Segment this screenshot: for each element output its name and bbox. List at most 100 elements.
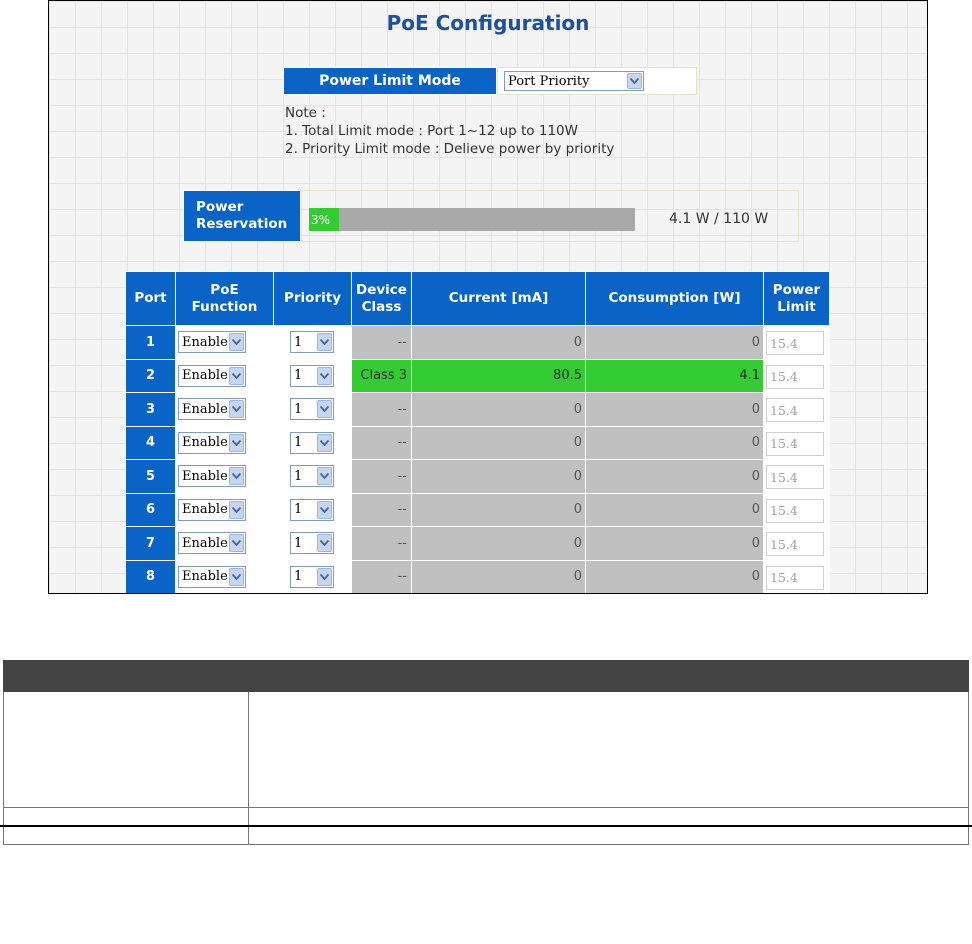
port-number: 7 [125,526,176,561]
priority-cell: 1 [273,392,352,427]
priority-select[interactable]: 1 [290,398,334,420]
poe-function-value: Enable [182,368,228,383]
port-number: 8 [125,559,176,593]
power-limit-cell: 15.4 [763,492,830,527]
poe-function-select[interactable]: Enable [178,431,246,454]
table-row: 7 Enable 1 -- 0 0 15.4 [125,526,830,561]
header-current: Current [mA] [411,271,586,326]
consumption-value: 0 [585,526,764,561]
port-number: 3 [125,392,176,427]
page-bottom-rule [0,825,972,827]
power-limit-mode-value: Port Priority [508,73,590,89]
power-limit-input[interactable]: 15.4 [766,364,824,389]
note-block: Note : 1. Total Limit mode : Port 1~12 up… [285,104,614,158]
power-limit-cell: 15.4 [763,459,830,494]
priority-select[interactable]: 1 [290,431,334,454]
power-limit-cell: 15.4 [763,358,830,393]
priority-cell: 1 [273,526,352,561]
chevron-down-icon [229,366,244,385]
power-limit-mode-cell: Port Priority [497,67,697,95]
port-table-header: Port PoE Function Priority Device Class Cu… [125,271,830,326]
port-number: 6 [125,492,176,527]
power-limit-input[interactable]: 15.4 [766,465,824,489]
power-limit-input[interactable]: 15.4 [766,498,824,523]
priority-value: 1 [294,502,303,517]
power-reservation-label: Power Reservation [183,190,301,242]
power-limit-input[interactable]: 15.4 [766,565,824,590]
power-reservation-percent: 3% [311,212,331,227]
poe-function-cell: Enable [175,325,274,360]
device-class-value: Class 3 [351,358,412,393]
table-row: 8 Enable 1 -- 0 0 15.4 [125,559,830,593]
power-limit-cell: 15.4 [763,559,830,593]
poe-function-value: Enable [182,401,228,417]
power-limit-mode-label: Power Limit Mode [283,67,497,95]
chevron-down-icon [317,433,332,452]
priority-select[interactable]: 1 [290,465,334,487]
poe-function-cell: Enable [175,425,274,460]
poe-function-value: Enable [182,535,228,551]
current-value: 0 [411,425,586,460]
poe-function-cell: Enable [175,358,274,393]
poe-function-select[interactable]: Enable [178,398,246,420]
power-limit-input[interactable]: 15.4 [766,398,824,422]
priority-value: 1 [294,569,303,584]
priority-select[interactable]: 1 [290,364,334,387]
power-limit-mode-select[interactable]: Port Priority [504,71,644,91]
priority-cell: 1 [273,325,352,360]
consumption-value: 0 [585,459,764,494]
header-poe-function: PoE Function [175,271,274,326]
chevron-down-icon [229,534,244,552]
current-value: 0 [411,325,586,360]
table-row: 3 Enable 1 -- 0 0 15.4 [125,392,830,427]
priority-select[interactable]: 1 [290,565,334,588]
port-number: 2 [125,358,176,393]
table-row: 6 Enable 1 -- 0 0 15.4 [125,492,830,527]
chevron-down-icon [229,467,244,485]
current-value: 0 [411,526,586,561]
poe-function-select[interactable]: Enable [178,565,246,588]
note-line-2: 2. Priority Limit mode : Delieve power b… [285,141,615,157]
priority-value: 1 [294,401,303,417]
poe-function-value: Enable [182,569,228,584]
poe-function-select[interactable]: Enable [178,331,246,353]
poe-function-select[interactable]: Enable [178,532,246,554]
current-value: 80.5 [411,358,586,393]
poe-function-select[interactable]: Enable [178,465,246,487]
poe-function-cell: Enable [175,526,274,561]
chevron-down-icon [317,333,332,351]
priority-value: 1 [294,334,303,350]
poe-function-value: Enable [182,435,228,450]
chevron-down-icon [229,500,244,519]
chevron-down-icon [317,567,332,586]
power-limit-cell: 15.4 [763,392,830,427]
power-limit-input[interactable]: 15.4 [766,331,824,355]
header-device-class: Device Class [351,271,412,326]
poe-function-select[interactable]: Enable [178,498,246,521]
header-consumption: Consumption [W] [585,271,764,326]
device-class-value: -- [351,559,412,593]
current-value: 0 [411,559,586,593]
poe-function-select[interactable]: Enable [178,364,246,387]
priority-select[interactable]: 1 [290,498,334,521]
table-row: 1 Enable 1 -- 0 0 15.4 [125,325,830,360]
description-header-row [3,660,969,692]
priority-value: 1 [294,368,303,383]
poe-function-value: Enable [182,334,228,350]
chevron-down-icon [317,366,332,385]
header-port: Port [125,271,176,326]
power-limit-input[interactable]: 15.4 [766,431,824,456]
priority-select[interactable]: 1 [290,331,334,353]
priority-cell: 1 [273,358,352,393]
current-value: 0 [411,392,586,427]
power-limit-cell: 15.4 [763,325,830,360]
priority-select[interactable]: 1 [290,532,334,554]
power-limit-input[interactable]: 15.4 [766,532,824,556]
chevron-down-icon [229,400,244,418]
port-number: 1 [125,325,176,360]
priority-value: 1 [294,468,303,484]
power-limit-cell: 15.4 [763,526,830,561]
poe-function-cell: Enable [175,392,274,427]
note-heading: Note : [285,105,326,121]
power-reservation-summary: 4.1 W / 110 W [669,211,769,227]
